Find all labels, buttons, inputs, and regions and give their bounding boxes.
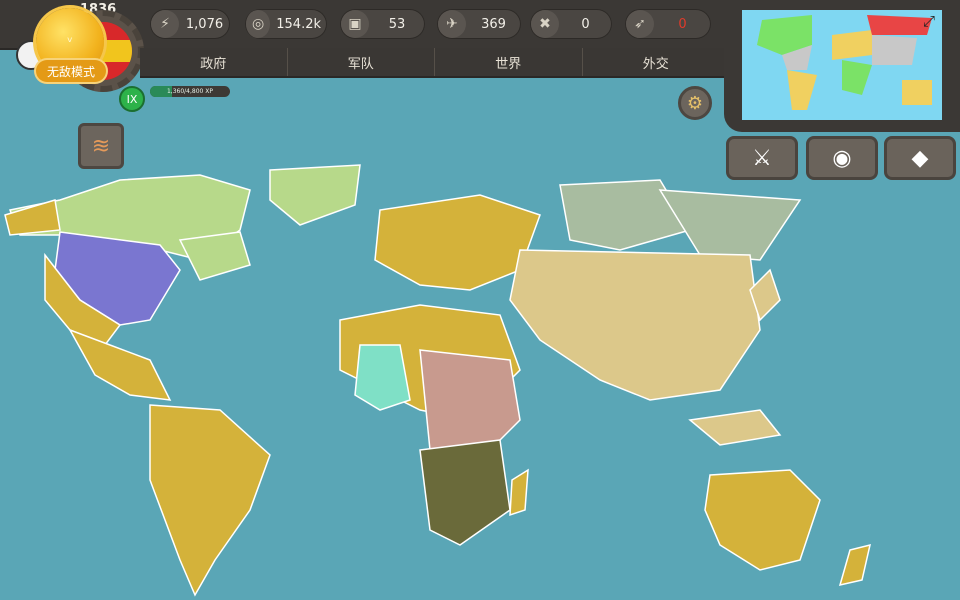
sword-icon: ⚔ bbox=[752, 145, 772, 171]
resource-money[interactable]: ◎ 154.2k bbox=[245, 9, 327, 39]
xp-bar: 1,360/4,800 XP bbox=[150, 86, 230, 97]
globe-mode-button[interactable]: ◉ bbox=[806, 136, 878, 180]
resource-value: 154.2k bbox=[276, 16, 321, 32]
coins-icon: ◎ bbox=[246, 10, 271, 38]
resource-supply[interactable]: ▣ 53 bbox=[340, 9, 425, 39]
resource-value: 369 bbox=[481, 16, 506, 32]
expand-icon[interactable]: ⤢ bbox=[920, 12, 938, 30]
nav-tabs: 政府 军队 世界 外交 bbox=[140, 48, 730, 78]
settings-button[interactable]: ⚙ bbox=[678, 86, 712, 120]
wing-icon: ✈ bbox=[438, 10, 466, 38]
decree-button[interactable]: ≋ bbox=[78, 123, 124, 169]
resource-energy[interactable]: ⚡ 1,076 bbox=[150, 9, 230, 39]
resource-missiles[interactable]: ➶ 0 bbox=[625, 9, 711, 39]
invincible-mode-badge[interactable]: 无敌模式 bbox=[36, 60, 106, 82]
resource-battles[interactable]: ✖ 0 bbox=[530, 9, 612, 39]
gear-icon: ⚙ bbox=[686, 92, 704, 114]
premium-button[interactable]: ◆ bbox=[884, 136, 956, 180]
resource-value: 53 bbox=[388, 16, 406, 32]
tab-world[interactable]: 世界 bbox=[435, 48, 583, 76]
crossed-swords-icon: ✖ bbox=[531, 10, 559, 38]
xp-label: 1,360/4,800 XP bbox=[166, 88, 213, 95]
resource-value: 0 bbox=[581, 16, 590, 32]
diamond-icon: ◆ bbox=[911, 145, 929, 171]
resource-value: 0 bbox=[678, 16, 687, 32]
tab-diplomacy[interactable]: 外交 bbox=[583, 48, 730, 76]
west-africa-green-region bbox=[354, 344, 411, 411]
tab-government[interactable]: 政府 bbox=[140, 48, 288, 76]
crate-icon: ▣ bbox=[341, 10, 369, 38]
rank-badge: IX bbox=[119, 86, 145, 112]
scroll-icon: ≋ bbox=[91, 133, 111, 159]
lightning-icon: ⚡ bbox=[151, 10, 179, 38]
missile-icon: ➶ bbox=[626, 10, 654, 38]
chevron-icon: ᵥ bbox=[67, 30, 73, 46]
globe-icon: ◉ bbox=[832, 145, 852, 171]
tab-army[interactable]: 军队 bbox=[288, 48, 435, 76]
resource-air[interactable]: ✈ 369 bbox=[437, 9, 521, 39]
minimap[interactable] bbox=[742, 10, 942, 120]
resource-value: 1,076 bbox=[185, 16, 224, 32]
war-mode-button[interactable]: ⚔ bbox=[726, 136, 798, 180]
